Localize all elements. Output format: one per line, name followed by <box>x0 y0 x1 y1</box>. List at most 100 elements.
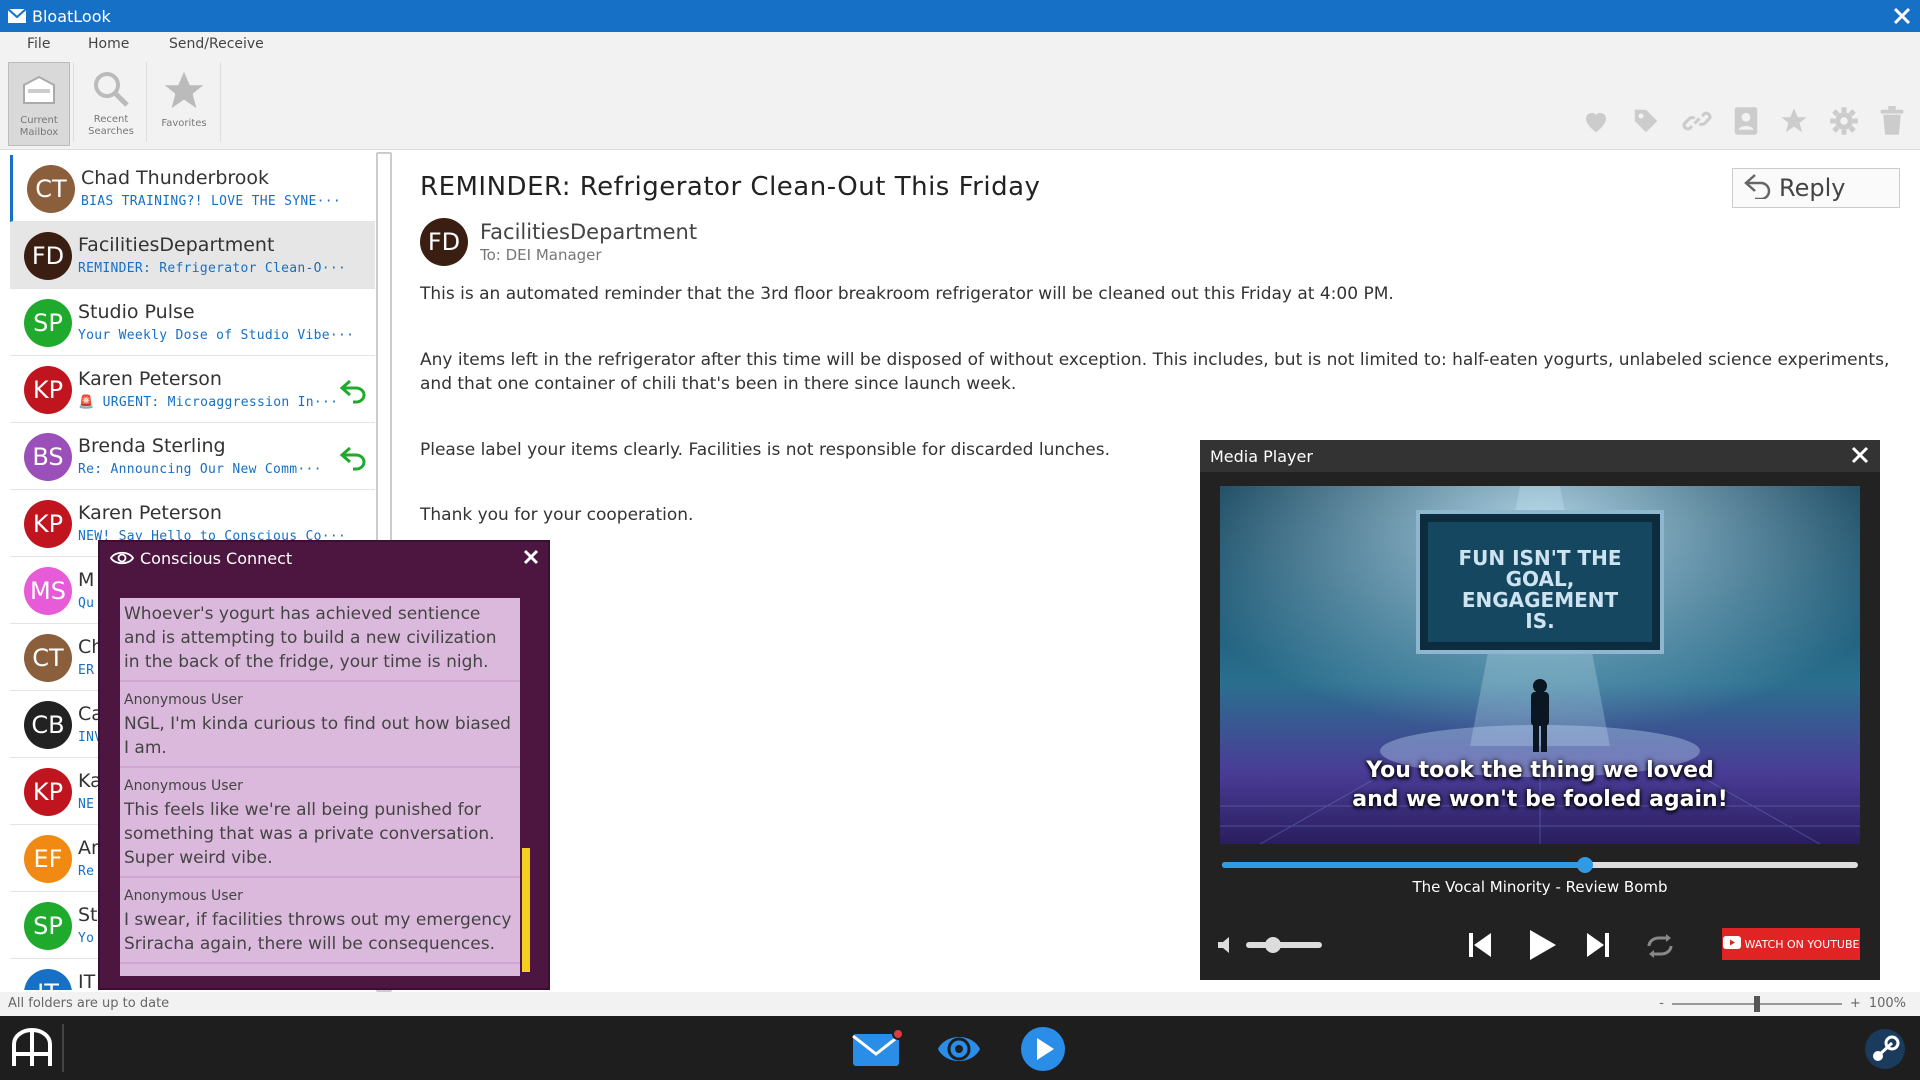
video-screen-text: FUN ISN'T THE GOAL, ENGAGEMENT IS. <box>1458 546 1622 633</box>
close-icon[interactable] <box>1850 445 1870 469</box>
conscious-connect-title: Conscious Connect <box>140 549 293 568</box>
video-caption: You took the thing we loved and we won't… <box>1220 756 1860 814</box>
avatar: SP <box>24 902 72 950</box>
next-track-icon[interactable] <box>1584 930 1612 964</box>
notification-dot <box>892 1028 904 1040</box>
recent-searches-label-1: Recent <box>93 114 129 125</box>
post-text: Whoever's yogurt has achieved sentience … <box>124 604 497 672</box>
star-icon[interactable] <box>1778 106 1810 136</box>
avatar: CB <box>24 701 72 749</box>
message-sender: Chad Thunderbrook <box>81 167 270 189</box>
close-window-button[interactable] <box>1892 6 1912 30</box>
media-player-header: Media Player <box>1200 440 1880 472</box>
youtube-icon <box>1722 936 1741 952</box>
media-player-app-icon[interactable] <box>1020 1026 1066 1076</box>
message-preview: ER <box>78 663 95 678</box>
post-author: Anonymous User <box>124 778 243 794</box>
link-icon[interactable] <box>1680 106 1714 136</box>
start-menu-icon[interactable] <box>10 1026 54 1074</box>
message-preview: Your Weekly Dose of Studio Vibe··· <box>78 328 355 343</box>
email-paragraph: This is an automated reminder that the 3… <box>420 284 1394 304</box>
trash-icon[interactable] <box>1878 106 1906 136</box>
conscious-connect-app-icon[interactable] <box>936 1028 982 1074</box>
volume-slider[interactable] <box>1246 937 1322 953</box>
feed-scrollbar-thumb[interactable] <box>522 848 530 972</box>
ribbon: Current Mailbox Recent Searches Favorite… <box>0 56 1920 150</box>
message-sender: FacilitiesDepartment <box>78 234 275 256</box>
reply-icon <box>1743 171 1773 205</box>
post-text: I swear, if facilities throws out my eme… <box>124 910 512 954</box>
avatar: SP <box>24 299 72 347</box>
gear-icon[interactable] <box>1828 106 1860 136</box>
feed-post: Anonymous User I swear, if facilities thr… <box>120 878 520 964</box>
conscious-connect-window: Conscious Connect Whoever's yogurt has a… <box>98 540 550 990</box>
message-preview: Qu <box>78 596 95 611</box>
seek-bar-fill <box>1222 862 1585 868</box>
close-icon[interactable] <box>522 548 540 570</box>
taskbar <box>0 1016 1920 1080</box>
message-sender: M <box>78 569 95 591</box>
zoom-level: 100% <box>1868 996 1906 1011</box>
avatar: FD <box>24 232 72 280</box>
play-icon[interactable] <box>1526 928 1558 966</box>
track-title: The Vocal Minority - Review Bomb <box>1412 878 1668 896</box>
message-list-item[interactable]: KP Karen Peterson 🚨 URGENT: Microaggressio… <box>10 356 375 423</box>
reply-label: Reply <box>1779 174 1846 202</box>
video-frame[interactable]: FUN ISN'T THE GOAL, ENGAGEMENT IS. You t… <box>1220 486 1860 844</box>
media-player-title: Media Player <box>1210 447 1313 466</box>
current-mailbox-label-2: Mailbox <box>19 127 59 138</box>
previous-track-icon[interactable] <box>1466 930 1494 964</box>
ribbon-divider <box>73 62 74 142</box>
message-list-item[interactable]: BS Brenda Sterling Re: Announcing Our New … <box>10 423 375 490</box>
message-preview: Yo <box>78 931 95 946</box>
volume-handle[interactable] <box>1264 937 1281 953</box>
watch-on-youtube-button[interactable]: WATCH ON YOUTUBE <box>1722 928 1860 960</box>
avatar: CT <box>27 165 75 213</box>
watch-on-youtube-label: WATCH ON YOUTUBE <box>1744 937 1860 951</box>
message-sender: St <box>78 904 98 926</box>
message-list-item[interactable]: CT Chad Thunderbrook BIAS TRAINING?! LOVE … <box>10 155 375 222</box>
toolbar-icons <box>1580 106 1906 136</box>
current-mailbox-button[interactable]: Current Mailbox <box>8 62 70 146</box>
steam-icon[interactable] <box>1864 1028 1906 1074</box>
caption-line-2: and we won't be fooled again! <box>1352 787 1728 812</box>
menu-send-receive[interactable]: Send/Receive <box>169 36 264 52</box>
message-list-item[interactable]: SP Studio Pulse Your Weekly Dose of Studio… <box>10 289 375 356</box>
menu-home[interactable]: Home <box>88 36 129 52</box>
recent-searches-label-2: Searches <box>88 126 134 137</box>
seek-bar-handle[interactable] <box>1576 857 1593 873</box>
speaker-icon[interactable] <box>1216 934 1236 960</box>
conscious-connect-feed[interactable]: Whoever's yogurt has achieved sentience … <box>120 598 520 976</box>
tag-icon[interactable] <box>1630 106 1662 136</box>
mail-app-icon[interactable] <box>852 1028 904 1074</box>
contact-icon[interactable] <box>1732 106 1760 136</box>
message-sender: Brenda Sterling <box>78 435 226 457</box>
avatar: MS <box>24 567 72 615</box>
avatar: IT <box>24 969 72 990</box>
message-list-item[interactable]: FD FacilitiesDepartment REMINDER: Refriger… <box>10 222 375 289</box>
zoom-in-button[interactable]: + <box>1850 996 1861 1011</box>
seek-bar[interactable] <box>1222 857 1858 873</box>
email-subject: REMINDER: Refrigerator Clean-Out This Fr… <box>420 172 1041 202</box>
repeat-icon[interactable] <box>1644 932 1676 964</box>
heart-icon[interactable] <box>1580 106 1612 136</box>
avatar: CT <box>24 634 72 682</box>
avatar: KP <box>24 768 72 816</box>
zoom-slider[interactable] <box>1671 995 1842 1012</box>
message-sender: Karen Peterson <box>78 502 222 524</box>
current-mailbox-label-1: Current <box>20 115 58 126</box>
post-text: This feels like we're all being punished… <box>124 800 495 868</box>
message-preview: BIAS TRAINING?! LOVE THE SYNE··· <box>81 194 342 209</box>
message-preview: Re: Announcing Our New Comm··· <box>78 462 322 477</box>
search-icon <box>80 68 142 110</box>
menu-file[interactable]: File <box>27 36 50 52</box>
recent-searches-button[interactable]: Recent Searches <box>80 62 142 146</box>
zoom-out-button[interactable]: - <box>1659 996 1664 1011</box>
media-player-window: Media Player FUN ISN'T THE GOAL, ENGAGEM… <box>1200 440 1880 980</box>
favorites-button[interactable]: Favorites <box>153 62 215 146</box>
zoom-slider-handle[interactable] <box>1753 995 1760 1012</box>
reply-button[interactable]: Reply <box>1732 168 1900 208</box>
menu-bar: File Home Send/Receive <box>0 32 1920 56</box>
eye-icon <box>109 548 135 572</box>
app-title: BloatLook <box>32 7 111 26</box>
